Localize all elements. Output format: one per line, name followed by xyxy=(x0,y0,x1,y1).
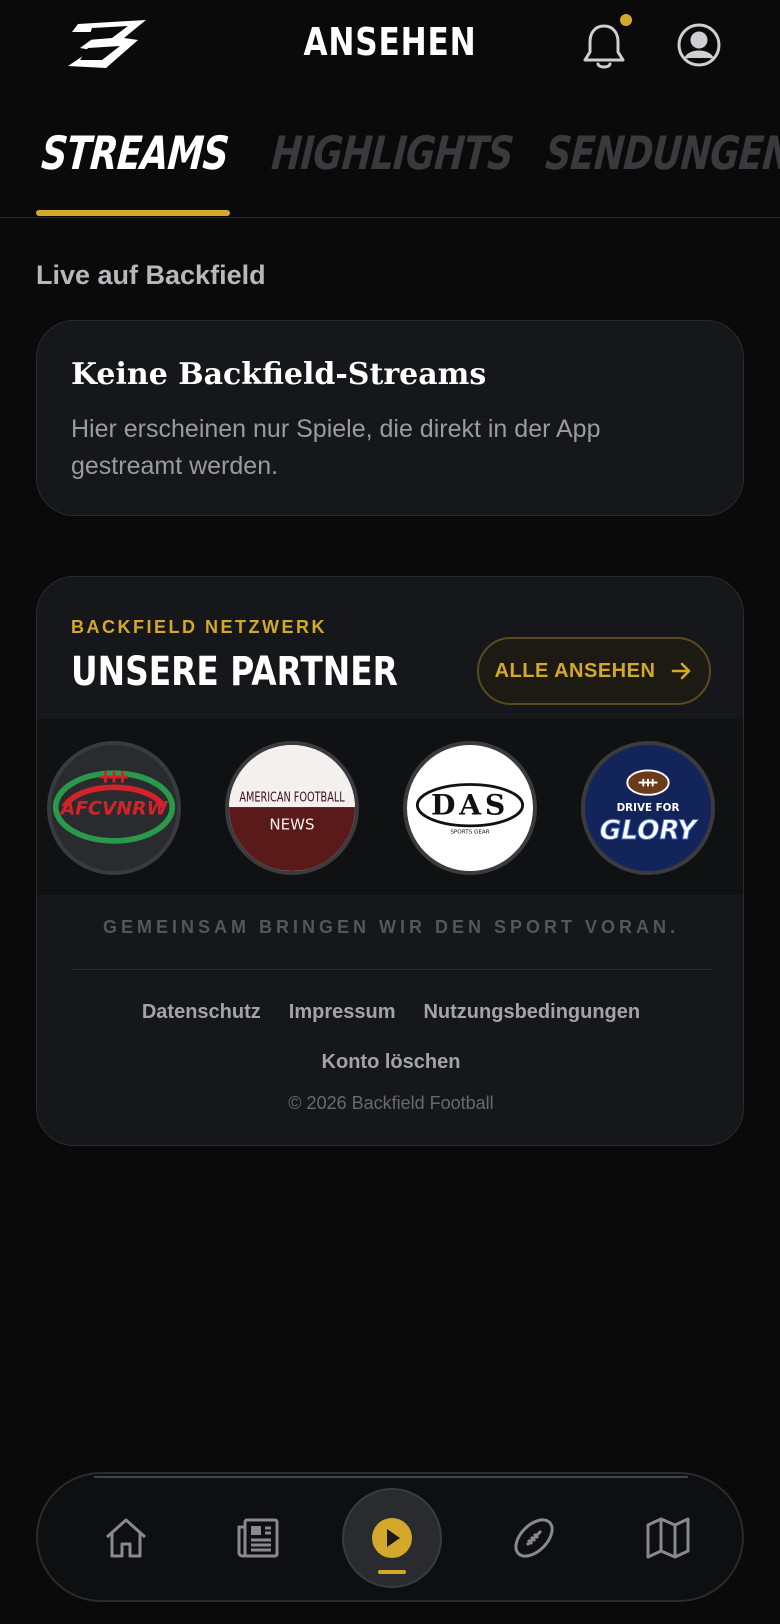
partner-logo-drive-for-glory[interactable]: DRIVE FOR GLORY xyxy=(581,741,715,875)
partners-title: UNSERE PARTNER xyxy=(71,649,398,695)
partners-kicker: BACKFIELD NETZWERK xyxy=(71,617,327,637)
partner-logos-carousel[interactable]: AFCVNRW AMERICAN FOOTBALL NEWS DAS SPORT… xyxy=(37,719,743,895)
empty-streams-title: Keine Backfield-Streams xyxy=(71,357,487,392)
partners-tagline: GEMEINSAM BRINGEN WIR DEN SPORT VORAN. xyxy=(102,917,680,937)
afn-logo-text-bottom: NEWS xyxy=(269,816,314,834)
tab-highlights[interactable]: HIGHLIGHTS xyxy=(270,126,515,180)
bell-icon[interactable] xyxy=(580,20,628,72)
link-nutzungsbedingungen[interactable]: Nutzungsbedingungen xyxy=(423,1001,640,1024)
das-logo-subtext: SPORTS GEAR xyxy=(450,829,489,835)
partner-logo-afcvnrw[interactable]: AFCVNRW xyxy=(47,741,181,875)
see-all-label: ALLE ANSEHEN xyxy=(494,659,656,682)
map-icon xyxy=(646,1517,690,1559)
nav-home[interactable] xyxy=(96,1508,156,1568)
home-icon xyxy=(105,1518,147,1558)
partner-logo-american-football-news[interactable]: AMERICAN FOOTBALL NEWS xyxy=(225,741,359,875)
dfg-logo-text-bottom: GLORY xyxy=(600,816,700,846)
afcvnrw-logo-text: AFCVNRW xyxy=(59,799,169,820)
see-all-button[interactable]: ALLE ANSEHEN xyxy=(477,637,711,705)
user-circle-icon[interactable] xyxy=(676,22,722,68)
play-icon xyxy=(372,1518,412,1558)
link-impressum[interactable]: Impressum xyxy=(289,1001,396,1024)
partners-card: BACKFIELD NETZWERK UNSERE PARTNER ALLE A… xyxy=(36,576,744,1146)
footer-links: Datenschutz Impressum Nutzungsbedingunge… xyxy=(37,1001,743,1024)
newspaper-icon xyxy=(237,1518,279,1558)
link-delete-account[interactable]: Konto löschen xyxy=(37,1051,743,1074)
tab-sendungen[interactable]: SENDUNGEN xyxy=(544,126,780,180)
nav-games[interactable] xyxy=(504,1508,564,1568)
empty-streams-card: Keine Backfield-Streams Hier erscheinen … xyxy=(36,320,744,516)
link-datenschutz[interactable]: Datenschutz xyxy=(142,1001,261,1024)
active-tab-indicator xyxy=(36,210,230,216)
partner-logo-das[interactable]: DAS SPORTS GEAR xyxy=(403,741,537,875)
copyright-text: © 2026 Backfield Football xyxy=(288,1093,494,1113)
bottom-navigation xyxy=(36,1472,744,1602)
afn-logo-text-top: AMERICAN FOOTBALL xyxy=(239,790,345,805)
tab-bar: STREAMS HIGHLIGHTS SENDUNGEN xyxy=(0,118,780,218)
footer-divider xyxy=(71,969,711,970)
notification-dot xyxy=(620,14,632,26)
arrow-right-icon xyxy=(672,662,691,680)
tab-streams[interactable]: STREAMS xyxy=(40,126,231,180)
dfg-logo-text-top: DRIVE FOR xyxy=(617,802,680,814)
app-header: ANSEHEN xyxy=(0,0,780,92)
nav-active-indicator xyxy=(378,1570,406,1574)
nav-map[interactable] xyxy=(638,1508,698,1568)
nav-watch-icon-wrap xyxy=(362,1508,422,1568)
empty-streams-text: Hier erscheinen nur Spiele, die direkt i… xyxy=(71,415,601,480)
football-icon xyxy=(514,1518,554,1558)
section-label-live: Live auf Backfield xyxy=(36,260,266,290)
nav-top-line xyxy=(94,1476,688,1478)
nav-news[interactable] xyxy=(230,1508,290,1568)
das-logo-text: DAS xyxy=(431,789,509,822)
